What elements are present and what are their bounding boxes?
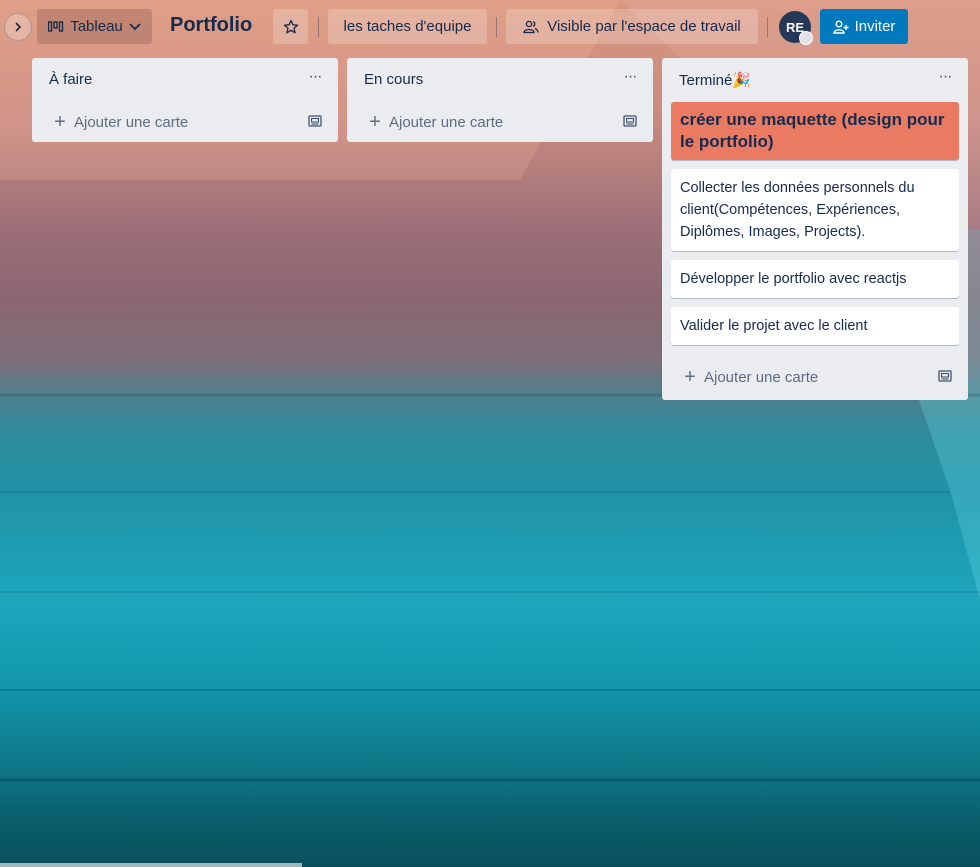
horizontal-scrollbar[interactable] [0,863,302,867]
card[interactable]: Collecter les données personnels du clie… [671,169,959,251]
card[interactable]: Valider le projet avec le client [671,307,959,345]
star-board-button[interactable] [273,9,308,44]
list-title[interactable]: En cours [364,71,423,88]
party-popper-icon: 🎉 [732,72,752,89]
visibility-label: Visible par l'espace de travail [547,18,741,35]
more-icon[interactable]: ··· [304,69,326,89]
member-avatar[interactable]: RE [779,11,813,45]
plus-icon: + [369,111,381,133]
list-title-text: Terminé [679,72,733,89]
card-template-icon[interactable] [623,114,637,128]
invite-button[interactable]: Inviter [820,9,908,44]
list-en-cours: En cours ··· + Ajouter une carte [347,58,653,142]
card[interactable]: Développer le portfolio avec reactjs [671,260,959,298]
sidebar-toggle-button[interactable] [4,13,32,41]
add-card-label: Ajouter une carte [704,368,819,386]
card-list: créer une maquette (design pour le portf… [662,102,968,345]
list-header: Terminé🎉 ··· [662,58,968,102]
visibility-button[interactable]: Visible par l'espace de travail [506,9,758,44]
list-header: En cours ··· [347,58,653,102]
invite-label: Inviter [854,18,896,35]
add-user-icon [832,20,849,34]
add-card-button[interactable]: + Ajouter une carte [32,102,338,142]
view-switcher-button[interactable]: Tableau [37,9,152,44]
header-divider [767,17,768,37]
list-title[interactable]: À faire [49,71,92,88]
header-divider [318,17,319,37]
list-termine: Terminé🎉 ··· créer une maquette (design … [662,58,968,400]
add-card-button[interactable]: + Ajouter une carte [662,354,968,400]
more-icon[interactable]: ··· [619,69,641,89]
card-template-icon[interactable] [308,114,322,128]
admin-badge-icon [799,31,813,45]
list-title[interactable]: Terminé🎉 [679,71,751,89]
list-header: À faire ··· [32,58,338,102]
board-title[interactable]: Portfolio [170,14,252,37]
board-icon [48,20,64,32]
plus-icon: + [684,366,696,388]
workspace-button[interactable]: les taches d'equipe [328,9,487,44]
add-card-label: Ajouter une carte [74,113,189,131]
card-template-icon[interactable] [938,369,952,383]
people-icon [523,20,539,33]
chevron-down-icon [129,22,141,30]
add-card-label: Ajouter une carte [389,113,504,131]
star-icon [283,19,298,33]
list-a-faire: À faire ··· + Ajouter une carte [32,58,338,142]
card[interactable]: créer une maquette (design pour le portf… [671,102,959,160]
plus-icon: + [54,111,66,133]
workspace-label: les taches d'equipe [343,18,472,35]
add-card-button[interactable]: + Ajouter une carte [347,102,653,142]
board-header: Tableau Portfolio les taches d'equipe Vi… [0,0,980,54]
header-divider [496,17,497,37]
chevron-right-icon [15,22,22,32]
view-switcher-label: Tableau [70,18,123,35]
more-icon[interactable]: ··· [934,69,956,89]
